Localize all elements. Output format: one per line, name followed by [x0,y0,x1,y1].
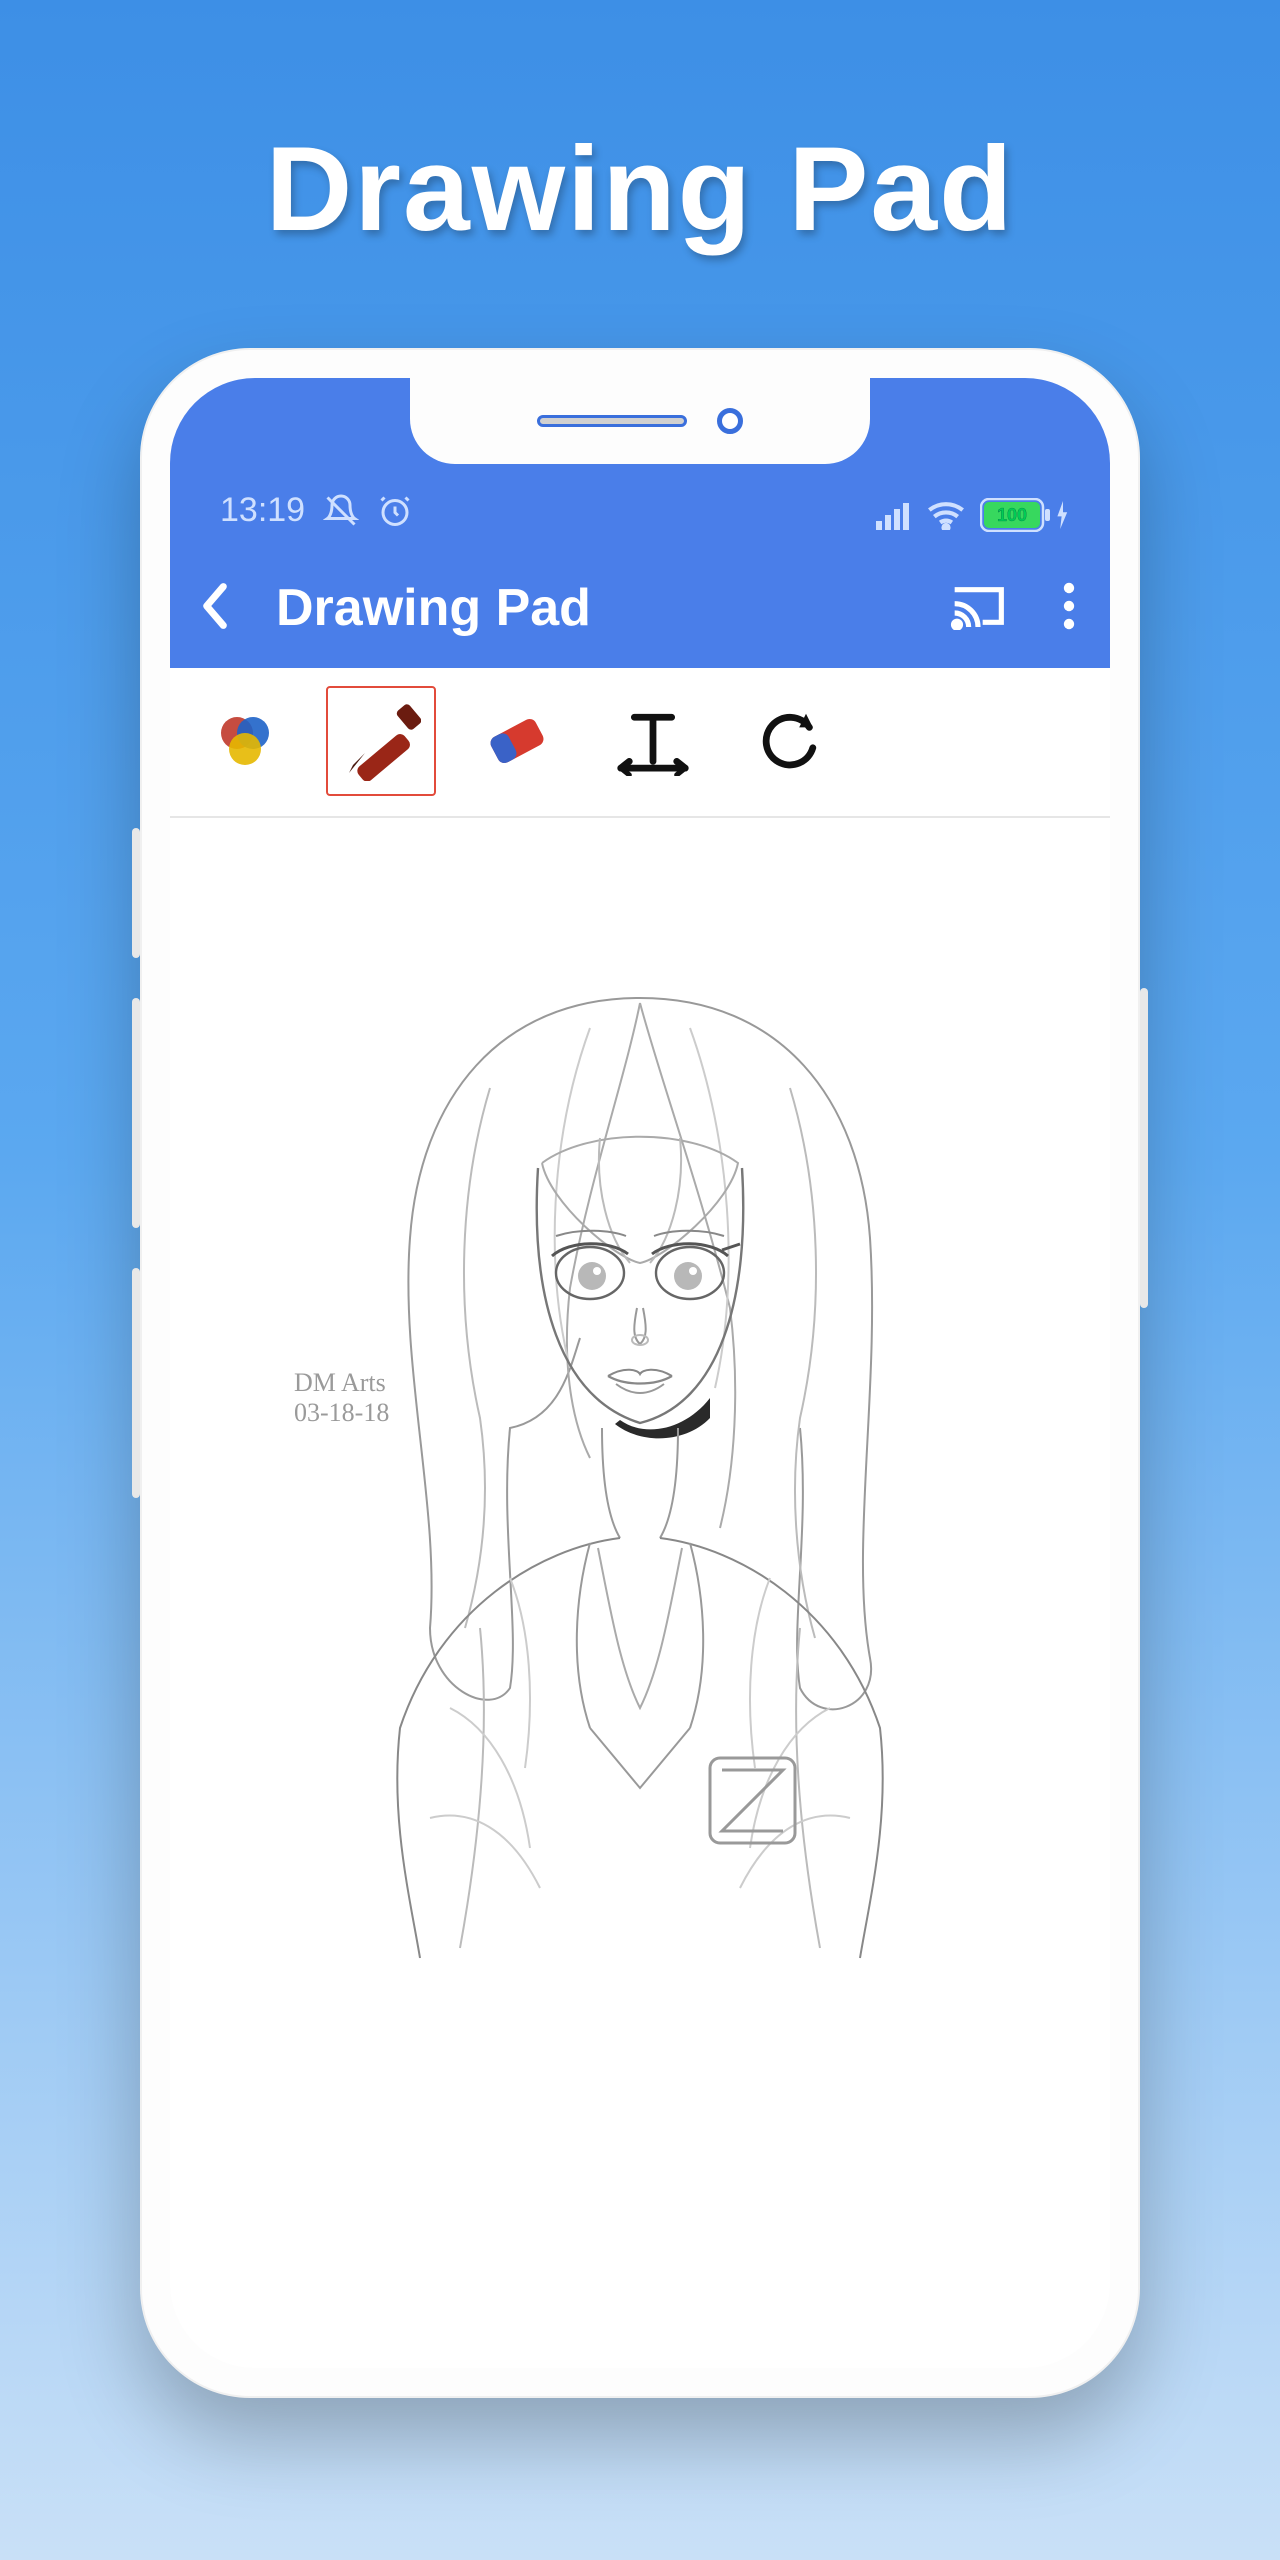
phone-notch [410,378,870,464]
wifi-icon [926,500,966,530]
app-title: Drawing Pad [270,578,920,638]
back-button[interactable] [190,581,240,636]
svg-text:100: 100 [997,505,1027,525]
tool-text[interactable] [598,686,708,796]
phone-vol-up [132,998,140,1228]
phone-power [1140,988,1148,1308]
tool-row [170,668,1110,818]
phone-mockup: 13:19 [140,348,1140,2398]
tool-color-picker[interactable] [190,686,300,796]
tool-pen[interactable] [326,686,436,796]
phone-vol-down [132,1268,140,1498]
signature-name: DM Arts [294,1368,386,1397]
battery-icon: 100 [980,498,1070,532]
phone-screen: 13:19 [170,378,1110,2368]
drawing-canvas[interactable]: DM Arts 03-18-18 [170,818,1110,2368]
mute-icon [323,493,359,529]
alarm-icon [377,493,413,529]
sketch-illustration: DM Arts 03-18-18 [290,988,990,1968]
signal-icon [876,500,912,530]
speaker-grille [537,415,687,427]
more-icon[interactable] [1036,582,1076,635]
front-camera [717,408,743,434]
phone-mute-switch [132,828,140,958]
signature-date: 03-18-18 [294,1398,389,1427]
cast-icon[interactable] [950,582,1006,635]
app-bar: Drawing Pad [170,548,1110,668]
page-headline: Drawing Pad [266,120,1015,258]
tool-rotate[interactable] [734,686,844,796]
sketch-signature: DM Arts 03-18-18 [294,1368,389,1428]
tool-eraser[interactable] [462,686,572,796]
status-time: 13:19 [220,491,305,530]
